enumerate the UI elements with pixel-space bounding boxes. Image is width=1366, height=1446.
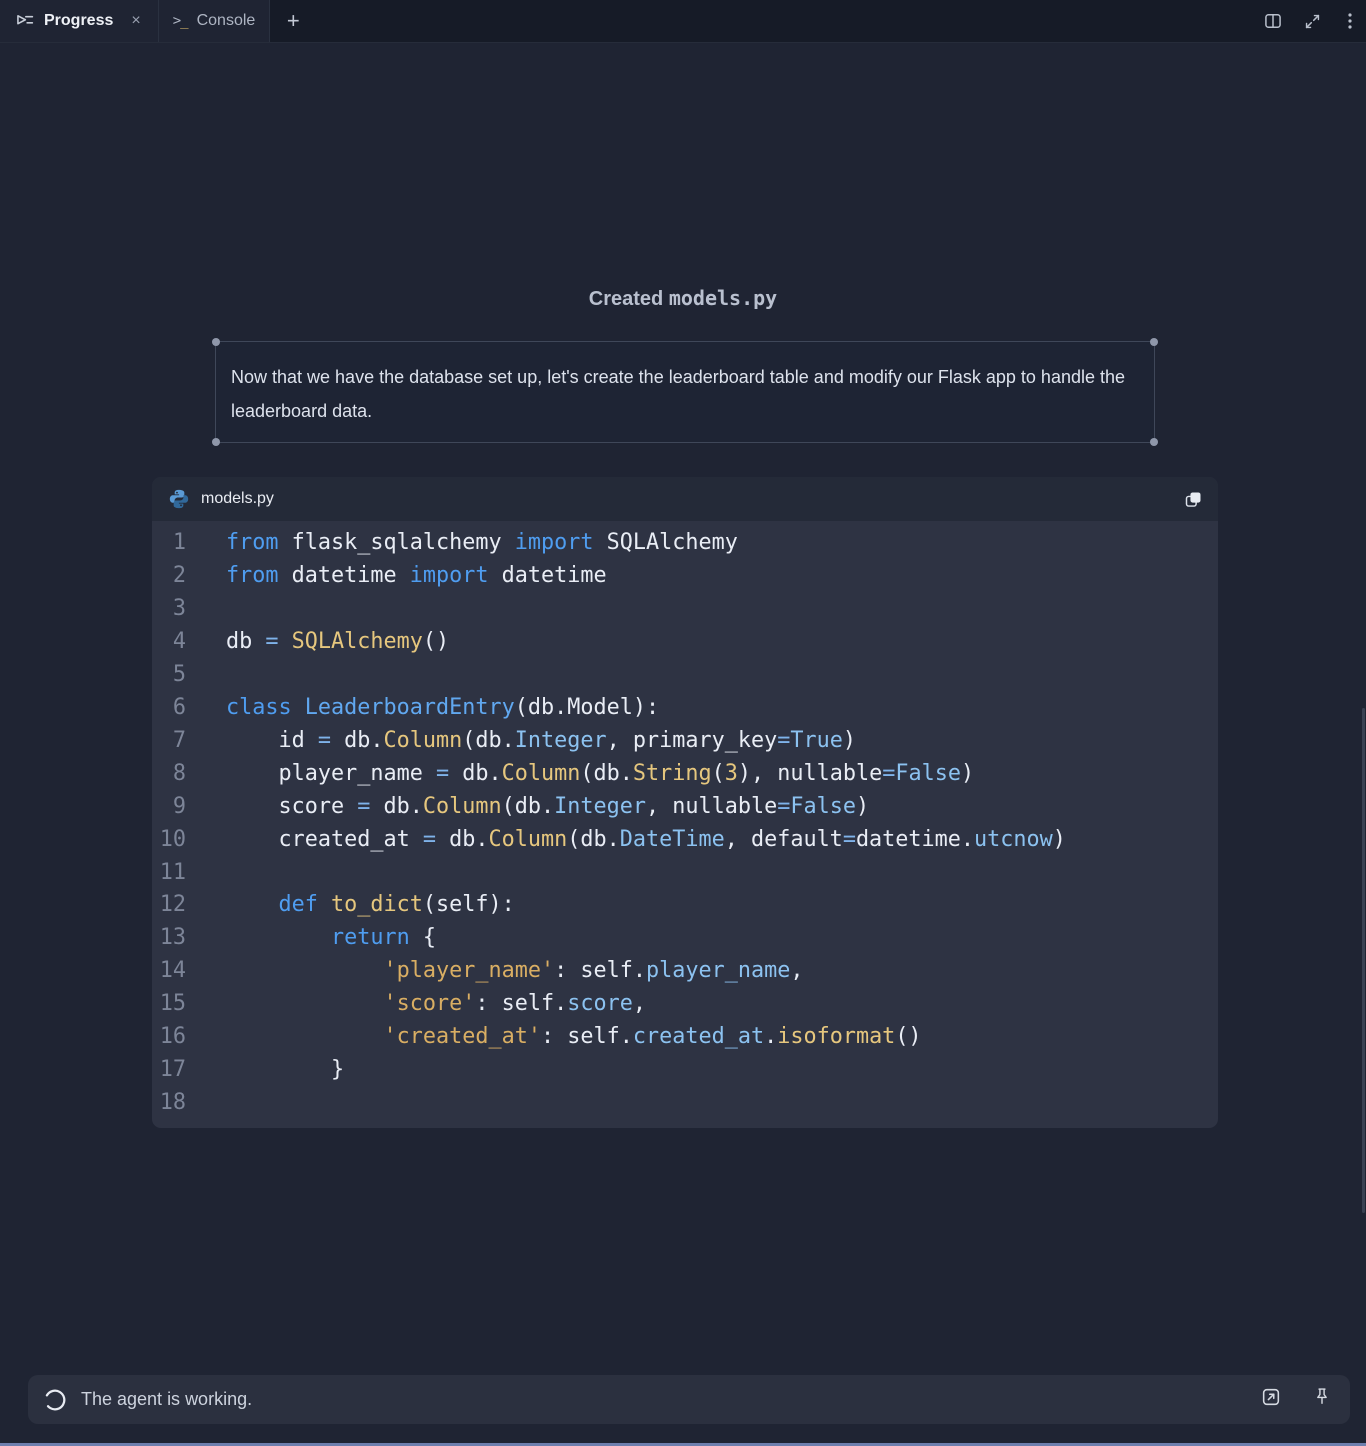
code-text: 'score': self.score,	[186, 988, 646, 1021]
line-number: 15	[152, 988, 186, 1021]
close-icon[interactable]: ×	[128, 11, 143, 31]
code-editor: .tok-k{color:#4f9df0}.tok-f{color:#e6c77…	[152, 521, 1218, 1128]
agent-note-text: Now that we have the database set up, le…	[216, 342, 1154, 428]
line-number: 4	[152, 626, 186, 659]
line-number: 11	[152, 857, 186, 890]
code-line: 17 }	[152, 1054, 1218, 1087]
code-line: 3	[152, 593, 1218, 626]
line-number: 3	[152, 593, 186, 626]
line-number: 12	[152, 889, 186, 922]
line-number: 17	[152, 1054, 186, 1087]
code-text: class LeaderboardEntry(db.Model):	[186, 692, 659, 725]
line-number: 10	[152, 824, 186, 857]
code-text	[186, 593, 226, 626]
line-number: 18	[152, 1087, 186, 1120]
tab-bar: Progress × >_ Console +	[0, 0, 1366, 43]
code-line: 5	[152, 659, 1218, 692]
code-text: from flask_sqlalchemy import SQLAlchemy	[186, 527, 738, 560]
line-number: 16	[152, 1021, 186, 1054]
code-filename: models.py	[201, 490, 274, 508]
vertical-scrollbar[interactable]	[1362, 708, 1365, 1213]
code-text: created_at = db.Column(db.DateTime, defa…	[186, 824, 1066, 857]
pin-icon[interactable]	[1312, 1386, 1332, 1413]
open-in-new-icon[interactable]	[1260, 1386, 1282, 1413]
line-number: 14	[152, 955, 186, 988]
selection-handle[interactable]	[212, 438, 220, 446]
step-filename: models.py	[669, 286, 777, 310]
line-number: 2	[152, 560, 186, 593]
code-card: models.py .tok-k{color:#4f9df0}.tok-f{co…	[152, 477, 1218, 1128]
code-line: 13 return {	[152, 922, 1218, 955]
step-action: Created	[589, 288, 663, 310]
line-number: 6	[152, 692, 186, 725]
spinner-icon	[42, 1387, 68, 1413]
code-line: 1from flask_sqlalchemy import SQLAlchemy	[152, 527, 1218, 560]
code-text: player_name = db.Column(db.String(3), nu…	[186, 758, 974, 791]
selection-handle[interactable]	[1150, 438, 1158, 446]
code-line: 7 id = db.Column(db.Integer, primary_key…	[152, 725, 1218, 758]
tab-console[interactable]: >_ Console	[159, 0, 271, 42]
status-actions	[1260, 1386, 1332, 1413]
line-number: 7	[152, 725, 186, 758]
line-number: 13	[152, 922, 186, 955]
progress-icon	[14, 11, 35, 32]
agent-note-box[interactable]: Now that we have the database set up, le…	[215, 341, 1155, 443]
code-line: 10 created_at = db.Column(db.DateTime, d…	[152, 824, 1218, 857]
code-text: 'created_at': self.created_at.isoformat(…	[186, 1021, 922, 1054]
code-text: 'player_name': self.player_name,	[186, 955, 803, 988]
code-text: }	[186, 1054, 344, 1087]
code-line: 16 'created_at': self.created_at.isoform…	[152, 1021, 1218, 1054]
status-text: The agent is working.	[81, 1389, 252, 1410]
code-text: def to_dict(self):	[186, 889, 515, 922]
console-terminal-icon: >_	[173, 13, 188, 29]
tab-progress[interactable]: Progress ×	[0, 0, 159, 42]
code-text	[186, 659, 226, 692]
expand-icon[interactable]	[1303, 12, 1322, 31]
code-line: 14 'player_name': self.player_name,	[152, 955, 1218, 988]
tab-label: Console	[197, 12, 256, 30]
code-line: 12 def to_dict(self):	[152, 889, 1218, 922]
code-text: db = SQLAlchemy()	[186, 626, 449, 659]
code-text: from datetime import datetime	[186, 560, 607, 593]
code-line: 18	[152, 1087, 1218, 1120]
code-line: 15 'score': self.score,	[152, 988, 1218, 1021]
code-line: 11	[152, 857, 1218, 890]
agent-status-bar: The agent is working.	[28, 1375, 1350, 1424]
line-number: 1	[152, 527, 186, 560]
code-card-header: models.py	[152, 477, 1218, 521]
selection-handle[interactable]	[212, 338, 220, 346]
window-controls	[1263, 0, 1358, 42]
line-number: 8	[152, 758, 186, 791]
step-heading: Created models.py	[0, 286, 1366, 311]
overflow-menu-icon[interactable]	[1342, 12, 1358, 30]
code-text	[186, 1087, 226, 1120]
code-text: score = db.Column(db.Integer, nullable=F…	[186, 791, 869, 824]
line-number: 9	[152, 791, 186, 824]
code-text	[186, 857, 226, 890]
new-tab-button[interactable]: +	[270, 0, 316, 42]
split-view-icon[interactable]	[1263, 11, 1283, 31]
code-line: 6class LeaderboardEntry(db.Model):	[152, 692, 1218, 725]
python-icon	[168, 488, 190, 510]
line-number: 5	[152, 659, 186, 692]
code-line: 2from datetime import datetime	[152, 560, 1218, 593]
code-text: return {	[186, 922, 436, 955]
selection-handle[interactable]	[1150, 338, 1158, 346]
copy-button[interactable]	[1183, 489, 1204, 510]
tab-label: Progress	[44, 12, 113, 30]
code-text: id = db.Column(db.Integer, primary_key=T…	[186, 725, 856, 758]
code-line: 4db = SQLAlchemy()	[152, 626, 1218, 659]
code-line: 9 score = db.Column(db.Integer, nullable…	[152, 791, 1218, 824]
code-lines: 1from flask_sqlalchemy import SQLAlchemy…	[152, 527, 1218, 1120]
code-line: 8 player_name = db.Column(db.String(3), …	[152, 758, 1218, 791]
